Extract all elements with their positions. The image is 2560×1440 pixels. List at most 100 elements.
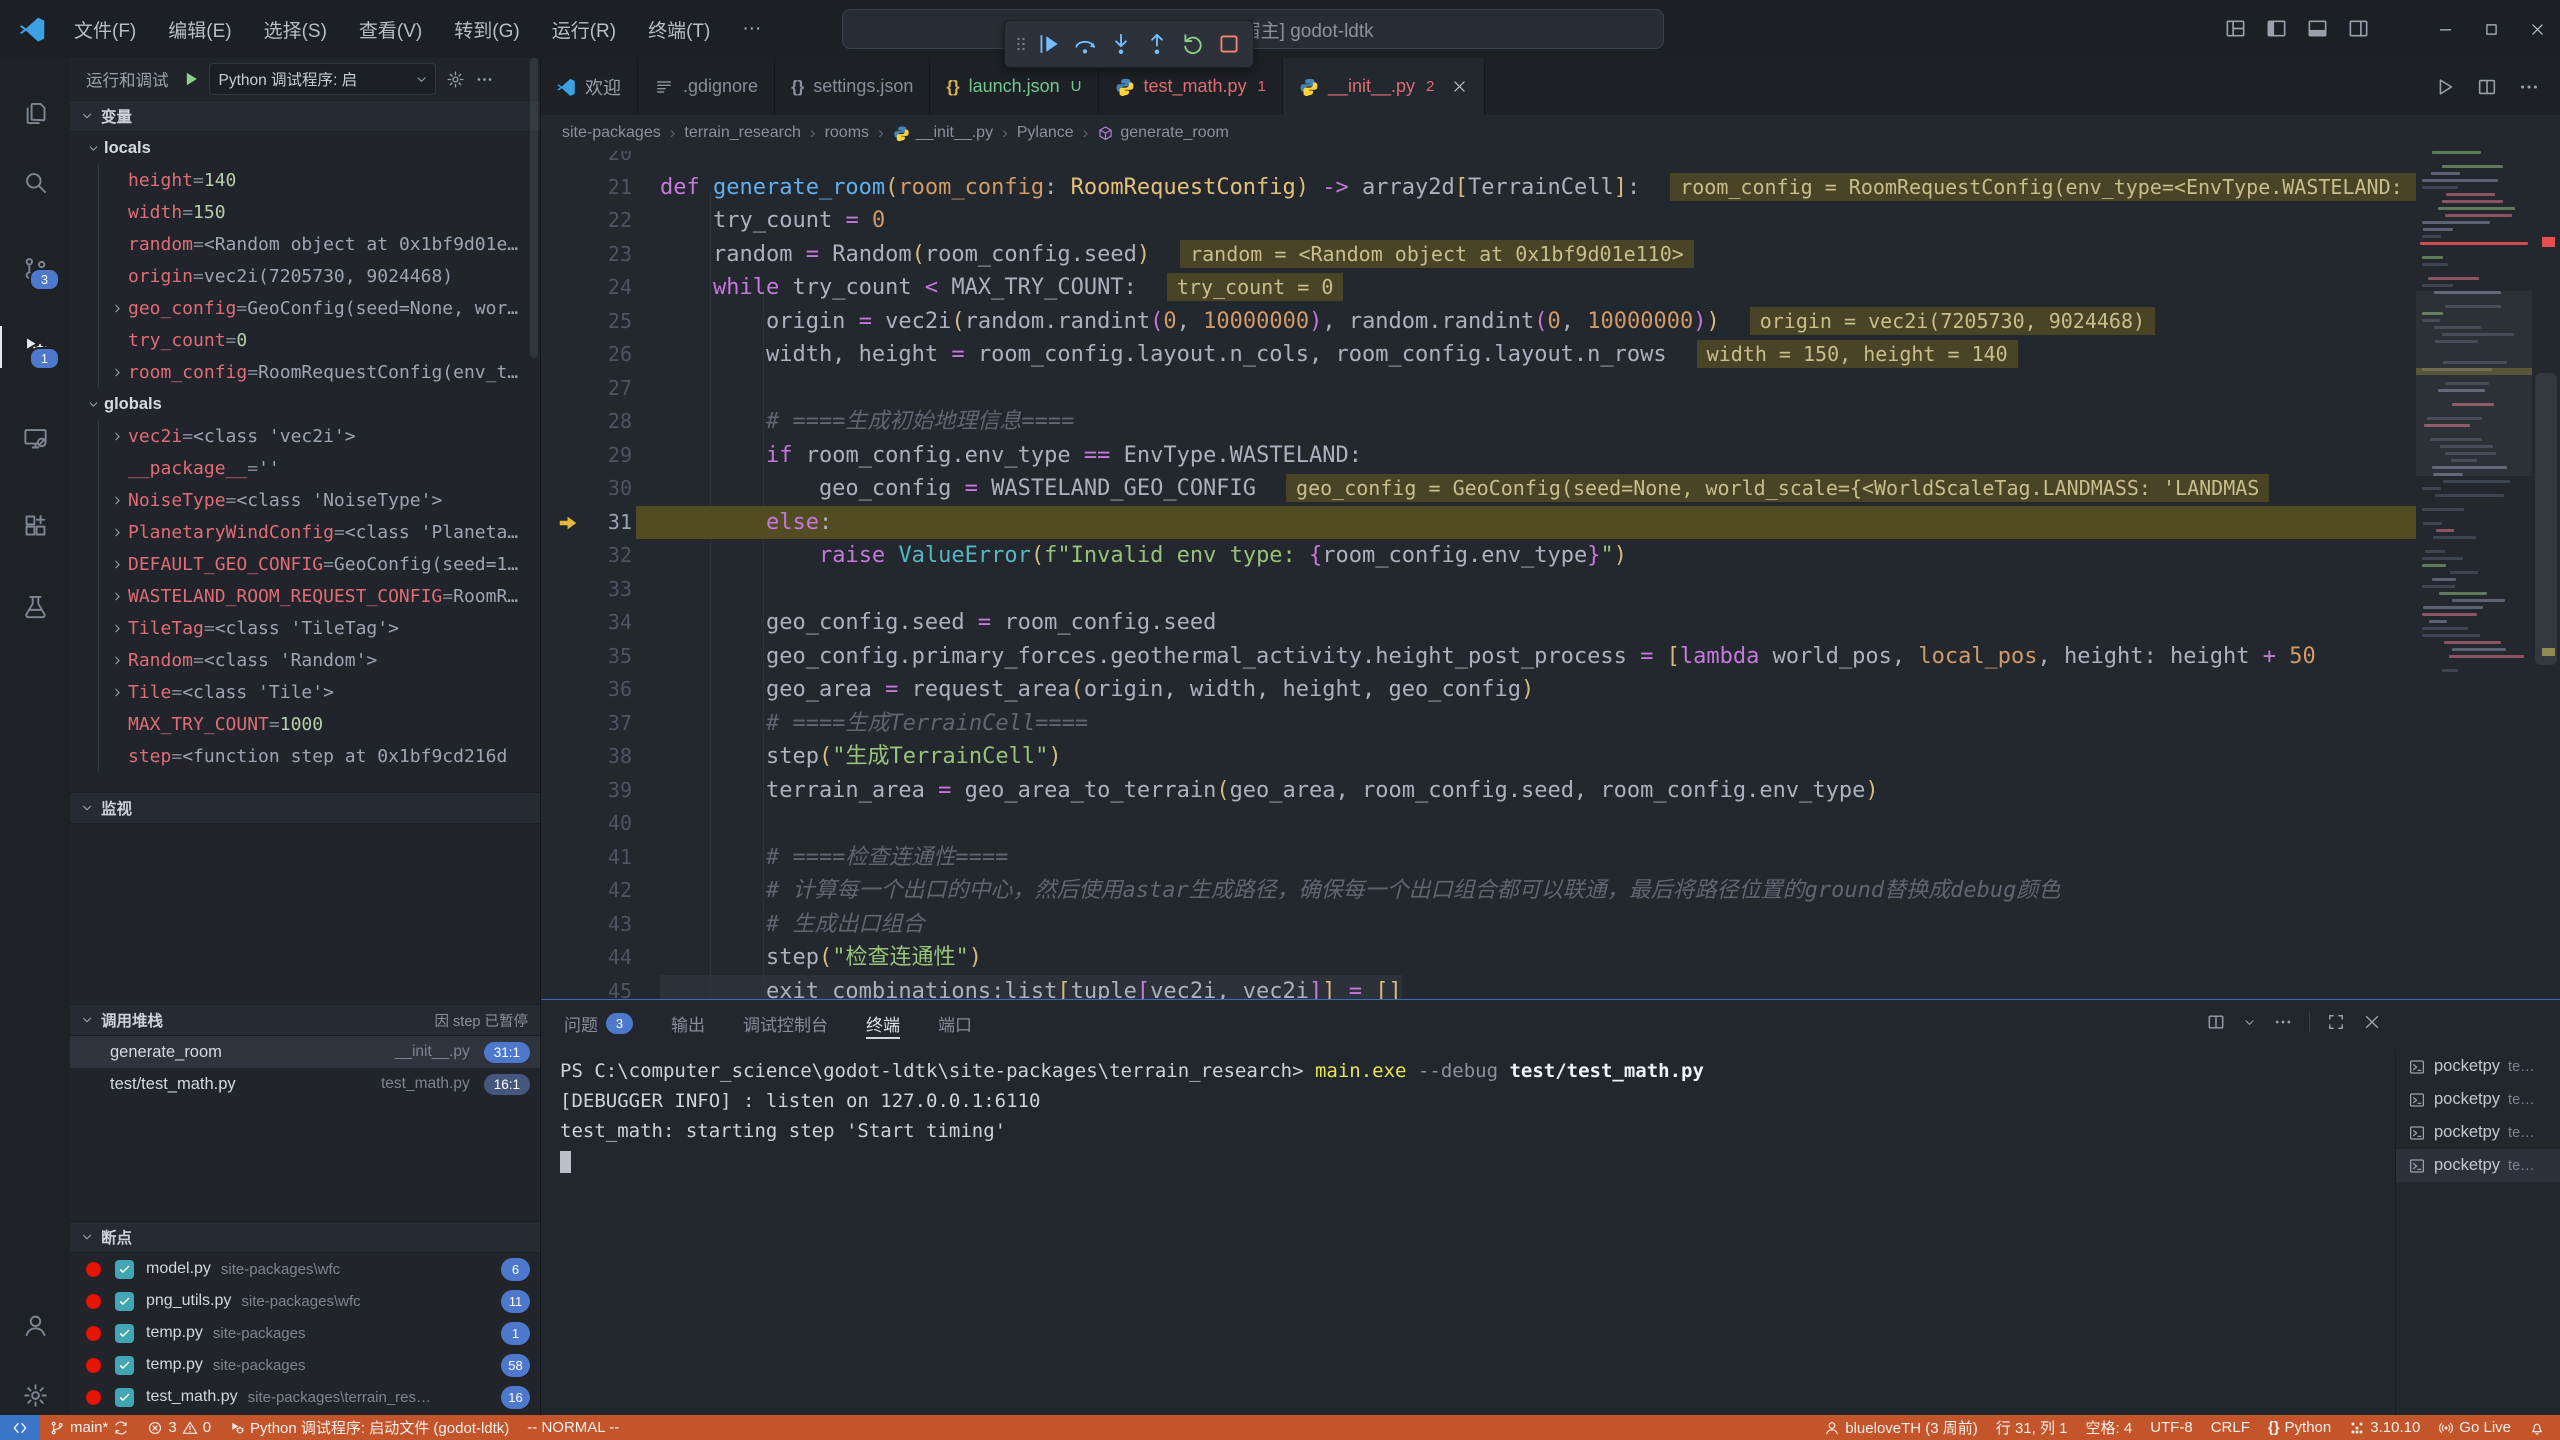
panel-more-actions-icon[interactable] [2273, 1012, 2293, 1032]
close-icon[interactable] [1451, 78, 1468, 95]
variable-row[interactable]: step = <function step at 0x1bf9cd216d [70, 740, 540, 772]
variable-row[interactable]: Tile = <class 'Tile'> [70, 676, 540, 708]
breakpoint-row[interactable]: temp.pysite-packages58 [70, 1349, 540, 1381]
breakpoint-checkbox[interactable] [115, 1388, 134, 1407]
status-eol[interactable]: CRLF [2202, 1415, 2259, 1440]
variable-row[interactable]: try_count = 0 [70, 324, 540, 356]
editor-scrollbar[interactable] [2535, 373, 2557, 665]
breakpoint-row[interactable]: png_utils.pysite-packages\wfc11 [70, 1285, 540, 1317]
breadcrumb-item-site-packages[interactable]: site-packages [562, 124, 661, 142]
breadcrumb-item-Pylance[interactable]: Pylance [1017, 124, 1074, 142]
callstack-frame[interactable]: generate_room__init__.py31:1 [70, 1036, 540, 1068]
callstack-frame[interactable]: test/test_math.pytest_math.py16:1 [70, 1068, 540, 1100]
callstack-section-header[interactable]: 调用堆栈 因 step 已暂停 [70, 1004, 540, 1036]
split-terminal-icon[interactable] [2206, 1012, 2226, 1032]
variables-scope-locals[interactable]: locals [70, 132, 540, 164]
maximize-button[interactable] [2468, 0, 2514, 58]
variable-row[interactable]: width = 150 [70, 196, 540, 228]
status-language[interactable]: {}Python [2259, 1415, 2340, 1440]
panel-tab-端口[interactable]: 端口 [938, 1000, 972, 1046]
variables-section-header[interactable]: 变量 [70, 100, 540, 132]
breakpoint-checkbox[interactable] [115, 1292, 134, 1311]
menu-item-r[interactable]: 运行(R) [536, 0, 632, 58]
split-editor-icon[interactable] [2476, 76, 2498, 98]
status-notifications[interactable] [2520, 1415, 2554, 1440]
activitybar-explorer[interactable] [0, 86, 70, 140]
breadcrumb-item-rooms[interactable]: rooms [825, 124, 869, 142]
close-button[interactable] [2514, 0, 2560, 58]
variable-row[interactable]: random = <Random object at 0x1bf9d01e… [70, 228, 540, 260]
status-branch[interactable]: main* [40, 1415, 138, 1440]
minimize-button[interactable] [2422, 0, 2468, 58]
menu-item-e[interactable]: 编辑(E) [152, 0, 247, 58]
editor-more-actions-icon[interactable] [2518, 76, 2540, 98]
status-interpreter[interactable]: 3.10.10 [2340, 1415, 2429, 1440]
activitybar-search[interactable] [0, 155, 70, 209]
status-debug-config[interactable]: Python 调试程序: 启动文件 (godot-ldtk) [220, 1415, 518, 1440]
toggle-panel-icon[interactable] [2306, 17, 2329, 40]
variable-row[interactable]: height = 140 [70, 164, 540, 196]
debug-stop-button[interactable] [1211, 24, 1247, 64]
gear-icon[interactable] [446, 70, 465, 89]
start-debug-icon[interactable] [181, 69, 201, 89]
debug-step-over-button[interactable] [1067, 24, 1103, 64]
tab-.gdignore[interactable]: .gdignore [638, 58, 775, 115]
debug-restart-button[interactable] [1175, 24, 1211, 64]
more-actions-icon[interactable] [475, 70, 494, 89]
debug-step-into-button[interactable] [1103, 24, 1139, 64]
breakpoint-row[interactable]: temp.pysite-packages1 [70, 1317, 540, 1349]
launch-config-select[interactable]: Python 调试程序: 启 [209, 63, 436, 95]
minimap-slider[interactable] [2416, 291, 2532, 476]
variable-row[interactable]: Random = <class 'Random'> [70, 644, 540, 676]
status-vim-mode[interactable]: -- NORMAL -- [518, 1415, 628, 1440]
variable-row[interactable]: MAX_TRY_COUNT = 1000 [70, 708, 540, 740]
overview-ruler[interactable] [2532, 151, 2560, 999]
breadcrumb-item-generate_room[interactable]: generate_room [1097, 124, 1229, 142]
variable-row[interactable]: vec2i = <class 'vec2i'> [70, 420, 540, 452]
run-python-file-button[interactable] [2434, 76, 2456, 98]
sidebar-scrollbar[interactable] [530, 58, 538, 358]
launch-profile-dropdown-icon[interactable] [2242, 1015, 2257, 1030]
status-indentation[interactable]: 空格: 4 [2077, 1415, 2142, 1440]
menu-item-[interactable]: ··· [726, 0, 777, 58]
activitybar-remote-explorer[interactable] [0, 411, 70, 465]
variables-scope-globals[interactable]: globals [70, 388, 540, 420]
toggle-primary-sidebar-icon[interactable] [2265, 17, 2288, 40]
breadcrumb-item-__init__.py[interactable]: __init__.py [893, 124, 993, 142]
activitybar-testing[interactable] [0, 579, 70, 633]
panel-tab-问题[interactable]: 问题3 [564, 1000, 633, 1046]
watch-section-header[interactable]: 监视 [70, 792, 540, 824]
panel-tab-输出[interactable]: 输出 [671, 1000, 705, 1046]
menu-item-s[interactable]: 选择(S) [248, 0, 343, 58]
terminal-instance[interactable]: pocketpyte… [2396, 1116, 2560, 1149]
breakpoint-row[interactable]: test_math.pysite-packages\terrain_res…16 [70, 1381, 540, 1413]
close-panel-icon[interactable] [2362, 1012, 2382, 1032]
panel-tab-调试控制台[interactable]: 调试控制台 [743, 1000, 828, 1046]
terminal-instance[interactable]: pocketpyte… [2396, 1149, 2560, 1182]
debug-toolbar-grip-icon[interactable] [1011, 34, 1031, 54]
activitybar-extensions[interactable] [0, 498, 70, 552]
tab-settings.json[interactable]: {}settings.json [775, 58, 930, 115]
variable-row[interactable]: __package__ = '' [70, 452, 540, 484]
breakpoint-checkbox[interactable] [115, 1324, 134, 1343]
activitybar-account[interactable] [0, 1298, 70, 1352]
status-golive[interactable]: Go Live [2429, 1415, 2520, 1440]
remote-indicator[interactable] [0, 1415, 40, 1440]
variable-row[interactable]: origin = vec2i(7205730, 9024468) [70, 260, 540, 292]
variable-row[interactable]: geo_config = GeoConfig(seed=None, wor… [70, 292, 540, 324]
variable-row[interactable]: NoiseType = <class 'NoiseType'> [70, 484, 540, 516]
variable-row[interactable]: PlanetaryWindConfig = <class 'Planeta… [70, 516, 540, 548]
variable-row[interactable]: WASTELAND_ROOM_REQUEST_CONFIG = RoomR… [70, 580, 540, 612]
breakpoints-section-header[interactable]: 断点 [70, 1221, 540, 1253]
status-git-author[interactable]: blueloveTH (3 周前) [1815, 1415, 1987, 1440]
toggle-secondary-sidebar-icon[interactable] [2347, 17, 2370, 40]
variable-row[interactable]: DEFAULT_GEO_CONFIG = GeoConfig(seed=1… [70, 548, 540, 580]
activitybar-source-control[interactable]: 3 [0, 241, 70, 295]
minimap[interactable] [2416, 151, 2532, 999]
terminal-instance[interactable]: pocketpyte… [2396, 1050, 2560, 1083]
terminal-instance[interactable]: pocketpyte… [2396, 1083, 2560, 1116]
customize-layout-icon[interactable] [2224, 17, 2247, 40]
status-encoding[interactable]: UTF-8 [2141, 1415, 2202, 1440]
status-problems[interactable]: 30 [138, 1415, 220, 1440]
terminal-output[interactable]: PS C:\computer_science\godot-ldtk\site-p… [560, 1056, 2380, 1415]
